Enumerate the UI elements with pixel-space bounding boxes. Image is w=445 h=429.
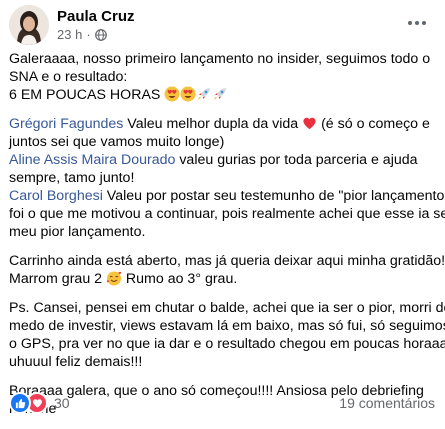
mention-link[interactable]: Carol Borghesi (9, 188, 103, 204)
text-line: Galeraaaa, nosso primeiro lançamento no … (9, 51, 431, 67)
heart-eyes-emoji-icon (164, 86, 180, 102)
post-header: Paula Cruz 23 h · (9, 5, 435, 45)
text-line: Aline Assis Maira Dourado valeu gurias p… (9, 151, 433, 169)
mention-link[interactable]: Grégori Fagundes (9, 116, 123, 132)
text-fragment: Valeu melhor dupla da vida (123, 116, 303, 132)
text-fragment: (é só o começo e (317, 116, 430, 132)
text-line: SNA e o resultado: (9, 69, 128, 85)
post-meta: 23 h · (57, 27, 107, 42)
smiling-face-with-hearts-emoji-icon (106, 270, 122, 286)
post-footer: 30 19 comentários (9, 392, 435, 414)
red-heart-emoji-icon (302, 116, 317, 131)
text-line: o GPS, pra ver no que ia dar e o resulta… (9, 336, 445, 352)
paragraph-4: Ps. Cansei, pensei em chutar o balde, ac… (9, 299, 445, 371)
text-line: Carol Borghesi Valeu por postar seu test… (9, 187, 445, 205)
mention-link[interactable]: Aline Assis Maira Dourado (9, 152, 175, 168)
paragraph-2: Grégori Fagundes Valeu melhor dupla da v… (9, 115, 445, 241)
facebook-post: Paula Cruz 23 h · Galeraaaa, nosso prime… (0, 0, 445, 419)
text-line: Ps. Cansei, pensei em chutar o balde, ac… (9, 300, 445, 316)
comments-count-link[interactable]: 19 comentários (339, 395, 435, 411)
text-line: juntos sei que vamos muito longe) (9, 134, 225, 150)
globe-icon (94, 28, 107, 41)
post-text: Galeraaaa, nosso primeiro lançamento no … (9, 50, 445, 429)
text-fragment: valeu gurias por toda parceria e ajuda (175, 152, 418, 168)
like-icon (9, 392, 31, 414)
rocket-emoji-icon (212, 86, 228, 102)
text-line: medo de investir, views estavam lá em ba… (9, 318, 445, 334)
text-line: sempre, tamo junto! (9, 170, 135, 186)
text-fragment: Rumo ao 3° grau. (121, 271, 238, 287)
heart-eyes-emoji-icon (180, 86, 196, 102)
text-fragment: 6 EM POUCAS HORAS (9, 87, 161, 103)
text-fragment: Marrom grau 2 (9, 271, 106, 287)
reactions-summary[interactable]: 30 (9, 392, 70, 414)
text-line: 6 EM POUCAS HORAS (9, 86, 433, 104)
post-time[interactable]: 23 h (57, 27, 82, 42)
paragraph-1: Galeraaaa, nosso primeiro lançamento no … (9, 50, 433, 104)
author-name[interactable]: Paula Cruz (57, 8, 135, 25)
more-horizontal-icon[interactable] (403, 13, 431, 33)
meta-separator: · (86, 27, 91, 42)
paragraph-3: Carrinho ainda está aberto, mas já queri… (9, 252, 445, 288)
rocket-emoji-icon (196, 86, 212, 102)
reaction-count: 30 (54, 395, 70, 411)
avatar[interactable] (9, 5, 49, 45)
text-line: Grégori Fagundes Valeu melhor dupla da v… (9, 115, 433, 133)
text-line: foi o que me motivou a continuar, pois r… (9, 206, 445, 222)
text-line: Marrom grau 2 Rumo ao 3° grau. (9, 270, 433, 288)
text-line: meu pior lançamento. (9, 224, 146, 240)
text-line: uhuuul feliz demais!!! (9, 354, 143, 370)
text-fragment: Valeu por postar seu testemunho de "pior… (102, 188, 445, 204)
text-line: Carrinho ainda está aberto, mas já queri… (9, 253, 445, 269)
